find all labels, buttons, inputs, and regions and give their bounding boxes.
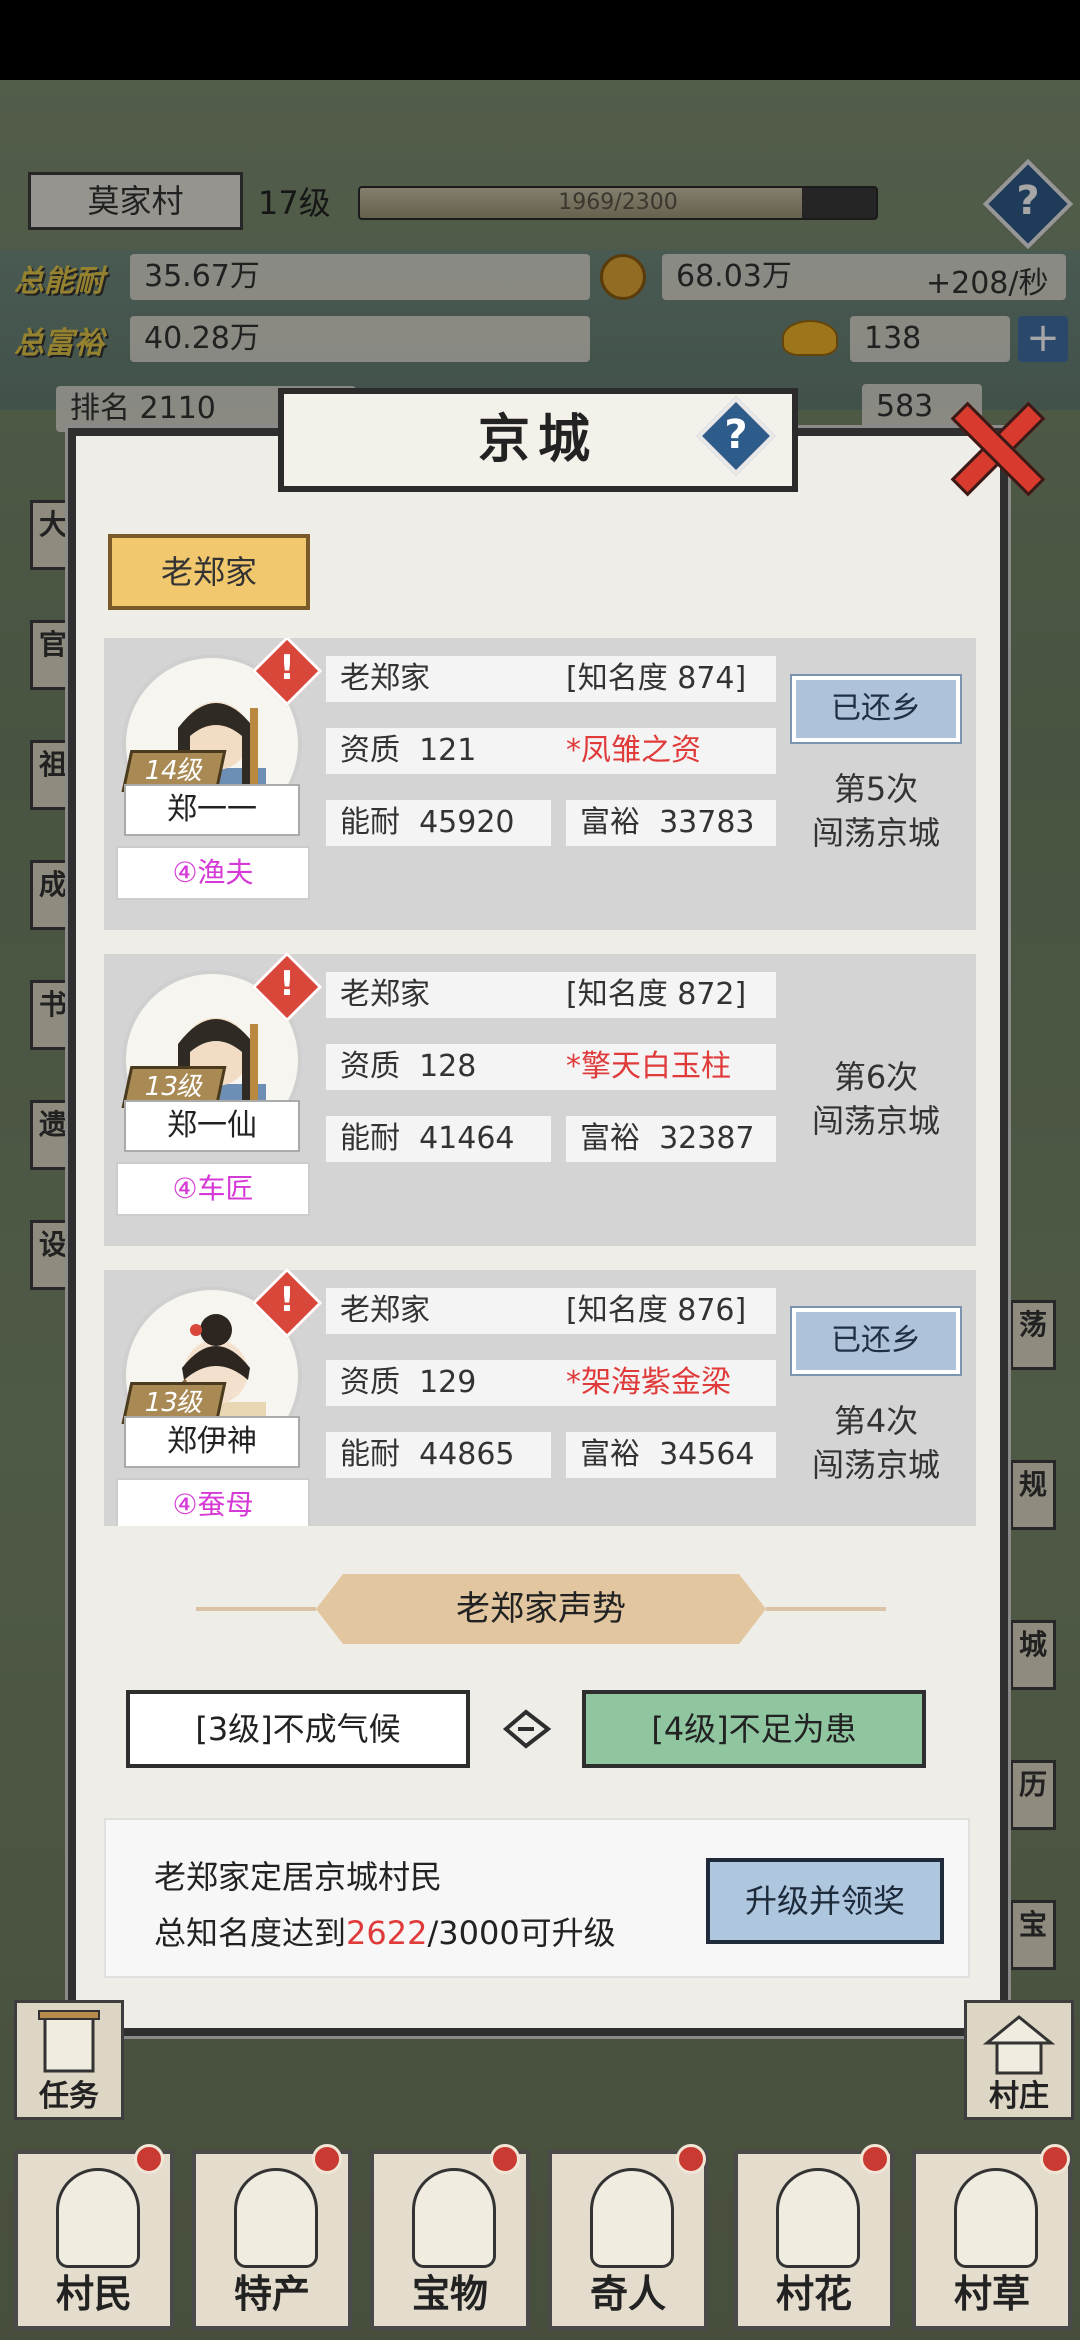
prestige-header: 老郑家声势	[196, 1574, 886, 1644]
arrow-right-icon	[502, 1709, 552, 1749]
notification-dot	[134, 2144, 164, 2174]
member-card[interactable]: ! 13级 郑伊神 ④蚕母 老郑家 [知名度 876] 资质 129 *架海紫金…	[104, 1267, 976, 1526]
member-profession: ④渔夫	[116, 846, 310, 900]
prestige-current-level: [3级]不成气候	[126, 1690, 470, 1768]
member-list[interactable]: ! 14级 郑一一 ④渔夫 老郑家 [知名度 874] 资质 121 *凤雏之资…	[104, 638, 976, 1526]
notification-dot	[490, 2144, 520, 2174]
notification-dot	[676, 2144, 706, 2174]
nav-villagers[interactable]: 村民	[14, 2150, 174, 2330]
member-ability: 能耐 41464	[326, 1116, 551, 1162]
prestige-next-level: [4级]不足为患	[582, 1690, 926, 1768]
member-profession: ④蚕母	[116, 1478, 310, 1526]
returned-home-button[interactable]: 已还乡	[792, 1308, 960, 1374]
member-name: 郑一仙	[124, 1100, 300, 1152]
member-profession: ④车匠	[116, 1162, 310, 1216]
task-button[interactable]: 任务	[14, 2000, 124, 2120]
upgrade-description: 老郑家定居京城村民	[154, 1858, 443, 1896]
member-ability: 能耐 44865	[326, 1432, 551, 1478]
returned-home-button[interactable]: 已还乡	[792, 676, 960, 742]
member-card[interactable]: ! 14级 郑一一 ④渔夫 老郑家 [知名度 874] 资质 121 *凤雏之资…	[104, 638, 976, 930]
member-trait: *架海紫金梁	[566, 1365, 731, 1400]
prestige-title: 老郑家声势	[316, 1574, 766, 1644]
close-icon[interactable]	[946, 400, 1036, 490]
wander-place: 闯荡京城	[811, 1102, 940, 1140]
member-family: 老郑家 [知名度 872]	[326, 972, 776, 1018]
member-name: 郑一一	[124, 784, 300, 836]
nav-specialty[interactable]: 特产	[192, 2150, 352, 2330]
wizard-icon	[590, 2168, 674, 2268]
family-tab[interactable]: 老郑家	[108, 534, 310, 610]
member-family: 老郑家 [知名度 874]	[326, 656, 776, 702]
member-fame: [知名度 872]	[566, 977, 747, 1012]
member-aptitude: 资质 121 *凤雏之资	[326, 728, 776, 774]
notification-dot	[1040, 2144, 1070, 2174]
wander-place: 闯荡京城	[811, 1446, 940, 1484]
bottom-nav: 村民 特产 宝物 奇人 村花 村草	[0, 2130, 1080, 2340]
handsome-icon	[954, 2168, 1038, 2268]
member-name: 郑伊神	[124, 1416, 300, 1468]
wander-count: 第4次	[833, 1402, 919, 1440]
member-fame: [知名度 874]	[566, 661, 747, 696]
notification-dot	[860, 2144, 890, 2174]
member-ability: 能耐 45920	[326, 800, 551, 846]
task-label: 任务	[39, 2079, 99, 2114]
nav-belles[interactable]: 村花	[734, 2150, 894, 2330]
member-aptitude: 资质 129 *架海紫金梁	[326, 1360, 776, 1406]
member-trait: *凤雏之资	[566, 733, 701, 768]
member-fame: [知名度 876]	[566, 1293, 747, 1328]
wander-place: 闯荡京城	[811, 814, 940, 852]
treasure-icon	[412, 2168, 496, 2268]
upgrade-panel: 老郑家定居京城村民 总知名度达到2622/3000可升级 升级并领奖	[104, 1818, 970, 1978]
nav-wizards[interactable]: 奇人	[548, 2150, 708, 2330]
member-wealth: 富裕 34564	[566, 1432, 776, 1478]
member-wealth: 富裕 33783	[566, 800, 776, 846]
belle-icon	[776, 2168, 860, 2268]
village-button[interactable]: 村庄	[964, 2000, 1074, 2120]
upgrade-current-fame: 2622	[346, 1914, 428, 1952]
wander-count: 第5次	[833, 770, 919, 808]
village-label: 村庄	[989, 2079, 1049, 2114]
nav-handsome[interactable]: 村草	[912, 2150, 1072, 2330]
notification-dot	[312, 2144, 342, 2174]
member-trait: *擎天白玉柱	[566, 1049, 731, 1084]
nav-treasure[interactable]: 宝物	[370, 2150, 530, 2330]
member-wealth: 富裕 32387	[566, 1116, 776, 1162]
upgrade-claim-button[interactable]: 升级并领奖	[706, 1858, 944, 1944]
villager-icon	[56, 2168, 140, 2268]
specialty-icon	[234, 2168, 318, 2268]
member-aptitude: 资质 128 *擎天白玉柱	[326, 1044, 776, 1090]
member-family: 老郑家 [知名度 876]	[326, 1288, 776, 1334]
member-card[interactable]: ! 13级 郑一仙 ④车匠 老郑家 [知名度 872] 资质 128 *擎天白玉…	[104, 951, 976, 1246]
upgrade-progress: 总知名度达到2622/3000可升级	[154, 1914, 616, 1952]
wander-count: 第6次	[833, 1058, 919, 1096]
